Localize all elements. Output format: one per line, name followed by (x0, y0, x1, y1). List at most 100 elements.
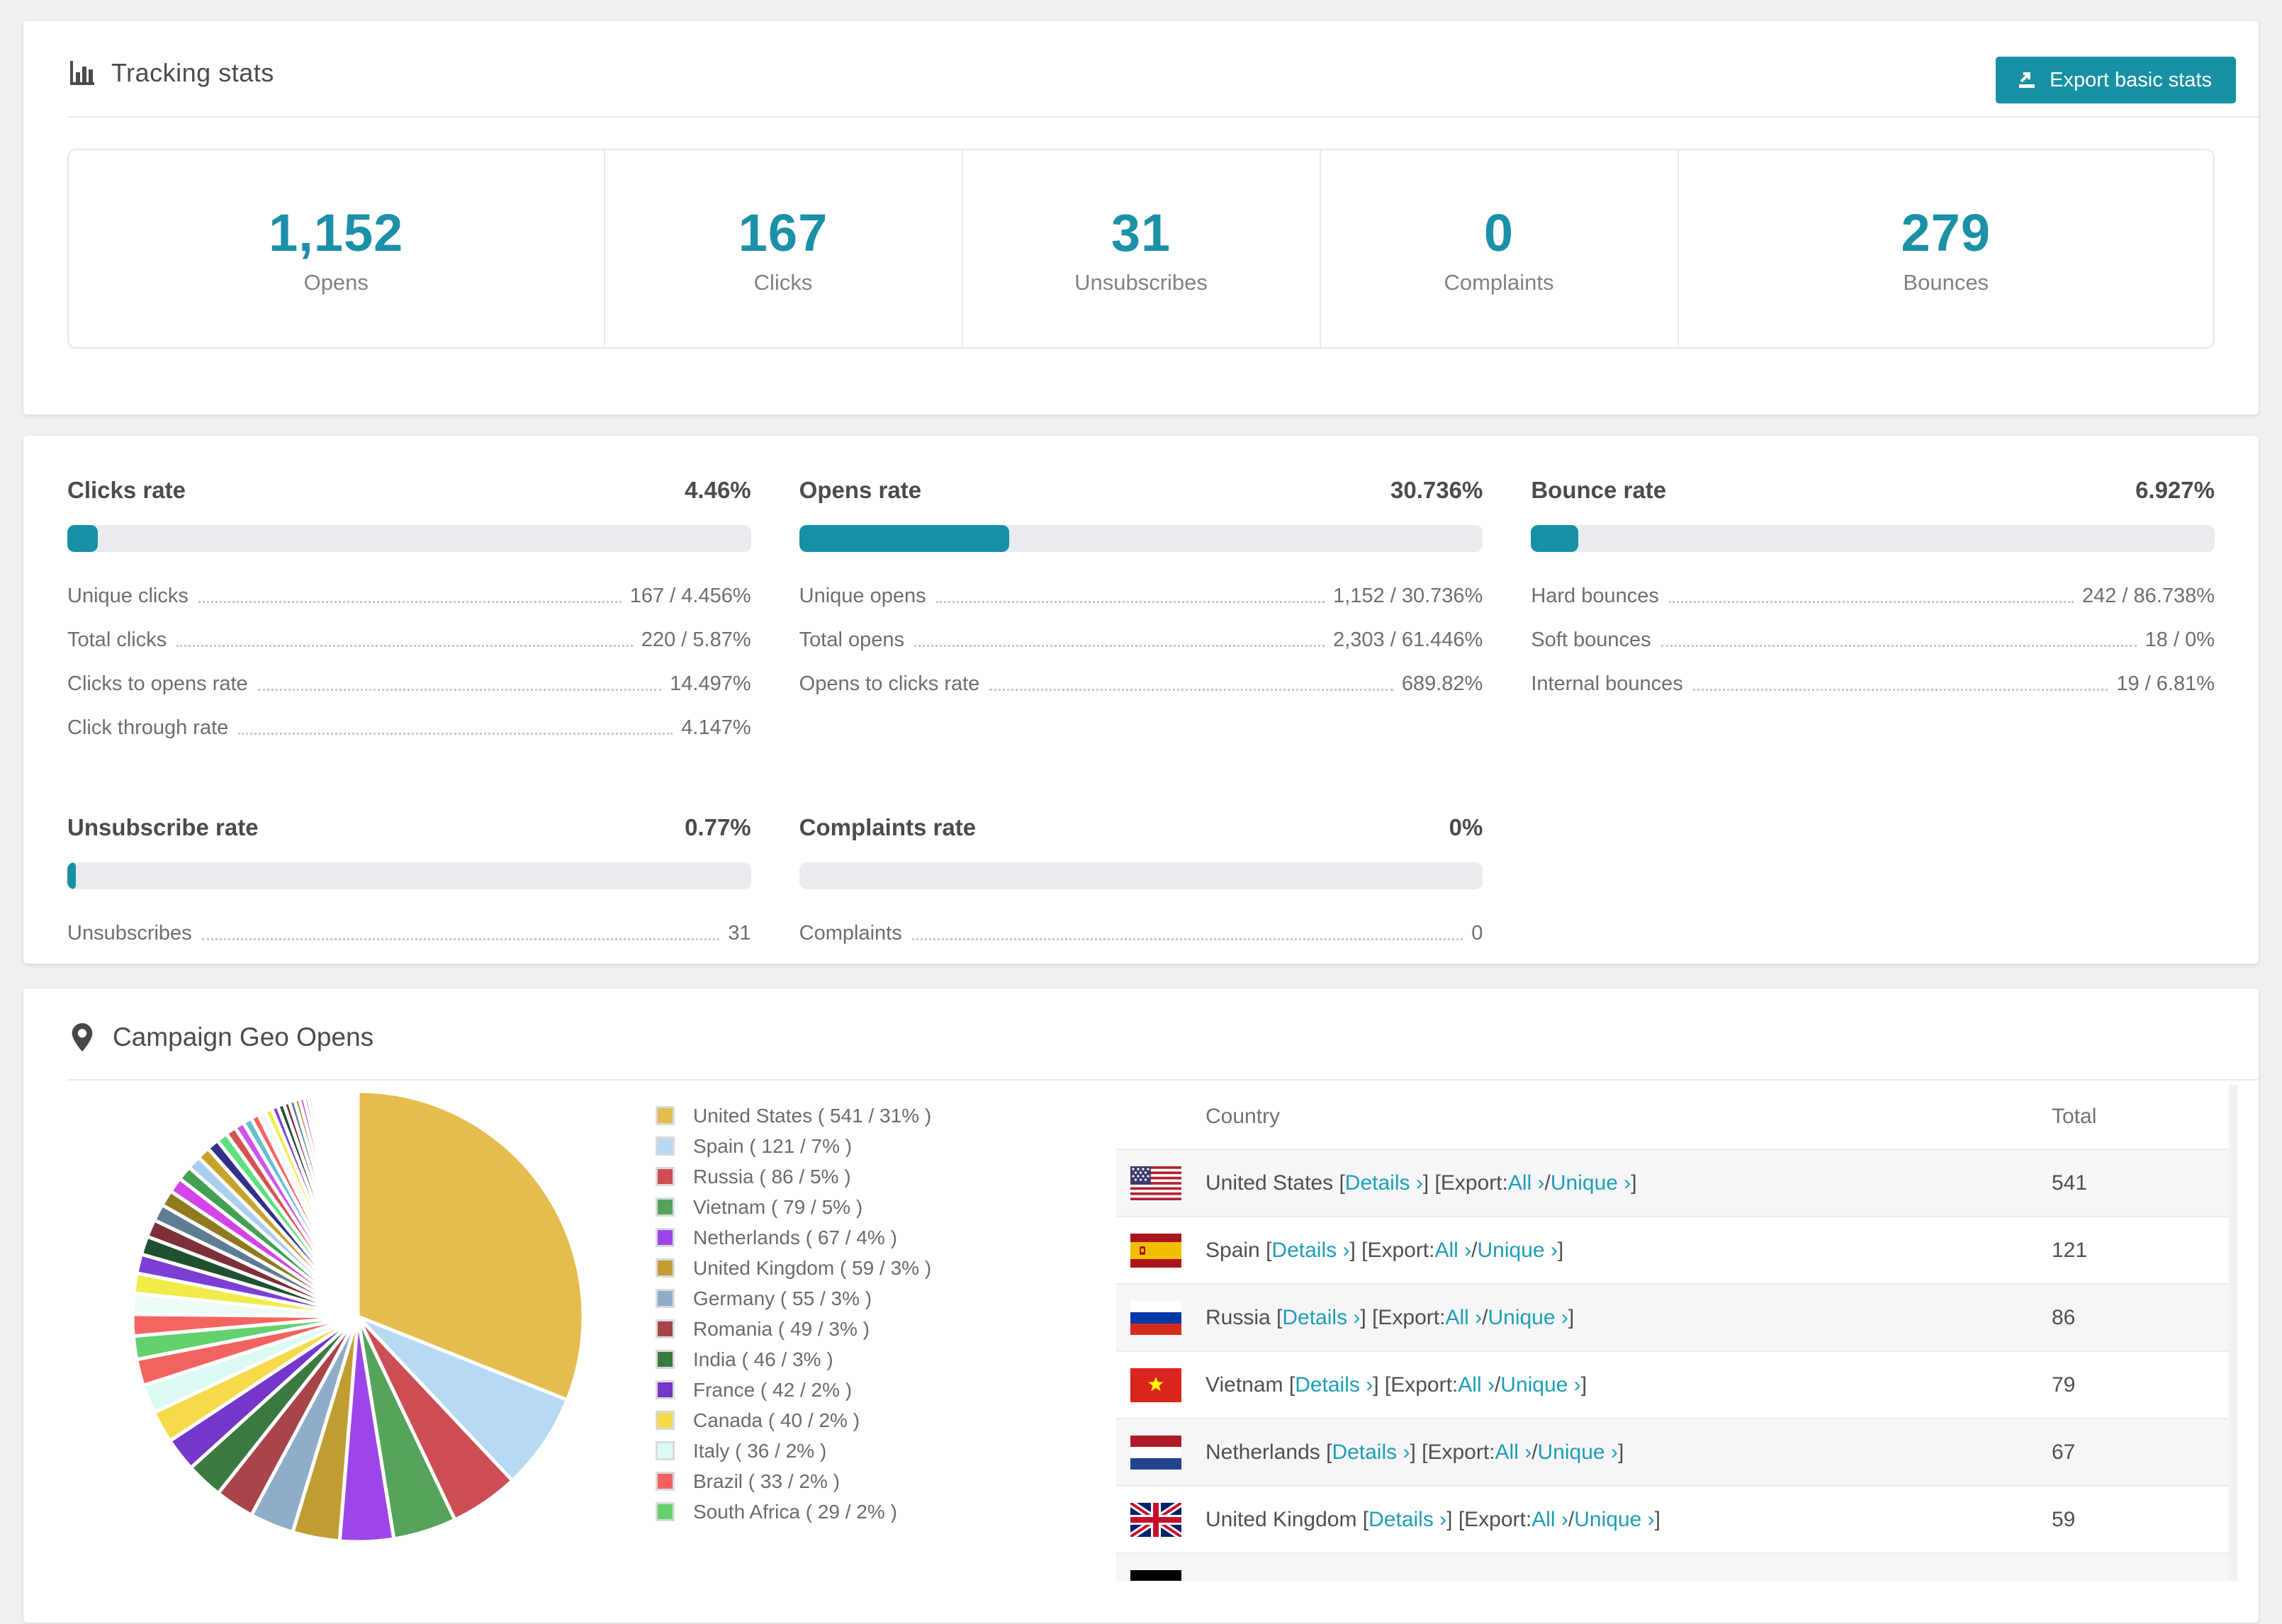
bracket: ] (1654, 1507, 1660, 1531)
rate-panel-clicks-rate: Clicks rate 4.46% Unique clicks 167 / 4.456… (67, 477, 751, 760)
country-cell: Netherlands [Details ›] [Export: All › /… (1130, 1435, 2052, 1470)
stat-value: 0 (1483, 203, 1514, 262)
table-row-partial (1116, 1552, 2229, 1581)
rate-detail-row: Soft bounces 18 / 0% (1531, 628, 2215, 652)
rate-detail-value: 242 / 86.738% (2081, 585, 2215, 607)
rate-detail-label: Internal bounces (1531, 672, 1683, 695)
rate-detail-label: Clicks to opens rate (67, 672, 248, 695)
country-cell: United States [Details ›] [Export: All ›… (1130, 1166, 2052, 1200)
dotted-leader (1692, 689, 2108, 691)
flag-icon-es (1130, 1233, 1181, 1268)
export-all-link[interactable]: All › (1495, 1440, 1532, 1465)
stat-box-clicks: 167 Clicks (603, 150, 962, 347)
legend-label: Russia ( 86 / 5% ) (693, 1165, 851, 1188)
legend-label: Germany ( 55 / 3% ) (693, 1287, 872, 1309)
rate-detail-value: 19 / 6.81% (2116, 672, 2215, 695)
rate-value: 30.736% (1390, 477, 1483, 503)
details-link[interactable]: Details › (1368, 1508, 1446, 1532)
export-all-link[interactable]: All › (1531, 1508, 1568, 1532)
rate-detail-value: 31 (728, 922, 751, 944)
dotted-leader (911, 938, 1463, 940)
rate-value: 6.927% (2135, 477, 2215, 503)
geo-table-scroll-area[interactable]: Country Total United States [Details ›] … (1116, 1085, 2237, 1581)
rate-detail-row: Click through rate 4.147% (67, 716, 751, 740)
slash: / (1494, 1372, 1501, 1397)
rate-detail-label: Soft bounces (1531, 628, 1651, 651)
details-link[interactable]: Details › (1345, 1171, 1423, 1195)
stat-label: Clicks (753, 269, 813, 295)
bracket: [ (1356, 1507, 1369, 1531)
legend-item-russia: Russia ( 86 / 5% ) (656, 1161, 1116, 1192)
export-all-link[interactable]: All › (1458, 1373, 1495, 1397)
country-name: Russia (1205, 1305, 1271, 1329)
dotted-leader (176, 645, 633, 647)
legend-color-swatch (656, 1167, 675, 1186)
export-unique-link[interactable]: Unique › (1538, 1440, 1618, 1465)
rate-detail-label: Complaints (799, 922, 902, 944)
total-value: 86 (2052, 1305, 2076, 1329)
rate-value: 0.77% (685, 814, 751, 840)
rate-title: Bounce rate (1531, 477, 1667, 503)
rate-detail-value: 0 (1471, 922, 1483, 944)
legend-item-romania: Romania ( 49 / 3% ) (656, 1314, 1116, 1344)
legend-label: Spain ( 121 / 7% ) (693, 1134, 853, 1157)
legend-color-swatch (656, 1380, 675, 1399)
export-unique-link[interactable]: Unique › (1478, 1239, 1558, 1263)
export-unique-link[interactable]: Unique › (1500, 1373, 1580, 1397)
bracket: ] [Export: (1446, 1507, 1532, 1531)
rate-detail-row: Unsubscribes 31 (67, 922, 751, 945)
rate-title: Complaints rate (799, 814, 977, 840)
rate-detail-label: Unsubscribes (67, 922, 192, 944)
bracket: ] [Export: (1410, 1440, 1495, 1464)
rate-detail-row: Clicks to opens rate 14.497% (67, 672, 751, 696)
export-all-link[interactable]: All › (1445, 1306, 1482, 1330)
geo-table-header-row: Country Total (1116, 1085, 2229, 1149)
dotted-leader (935, 601, 1325, 603)
bracket: [ (1270, 1305, 1283, 1329)
bracket: ] (1617, 1440, 1624, 1464)
rate-detail-label: Total opens (799, 628, 904, 651)
legend-item-italy: Italy ( 36 / 2% ) (656, 1436, 1116, 1466)
details-link[interactable]: Details › (1271, 1239, 1349, 1263)
pie-slice-other[interactable] (355, 1089, 360, 1319)
rate-detail-row: Unique clicks 167 / 4.456% (67, 585, 751, 608)
rate-detail-row: Complaints 0 (799, 922, 1483, 945)
table-row-russia: Russia [Details ›] [Export: All › / Uniq… (1116, 1283, 2229, 1350)
rate-detail-row: Total clicks 220 / 5.87% (67, 628, 751, 652)
slash: / (1482, 1305, 1488, 1329)
rate-panel-header: Bounce rate 6.927% (1531, 477, 2215, 504)
export-unique-link[interactable]: Unique › (1551, 1171, 1631, 1195)
rate-progress-track (799, 862, 1483, 889)
flag-icon-ru (1130, 1300, 1181, 1335)
rate-detail-row: Hard bounces 242 / 86.738% (1531, 585, 2215, 608)
rate-detail-label: Click through rate (67, 716, 229, 739)
rate-detail-label: Unique clicks (67, 585, 189, 607)
bracket: [ (1333, 1171, 1345, 1195)
export-unique-link[interactable]: Unique › (1574, 1508, 1654, 1532)
rate-panel-complaints-rate: Complaints rate 0% Complaints 0 (799, 814, 1483, 966)
legend-item-india: India ( 46 / 3% ) (656, 1344, 1116, 1375)
legend-item-united-kingdom: United Kingdom ( 59 / 3% ) (656, 1253, 1116, 1283)
details-link[interactable]: Details › (1295, 1373, 1373, 1397)
export-unique-link[interactable]: Unique › (1488, 1306, 1568, 1330)
bracket: ] (1557, 1238, 1564, 1262)
legend-item-germany: Germany ( 55 / 3% ) (656, 1283, 1116, 1314)
rate-detail-row: Internal bounces 19 / 6.81% (1531, 672, 2215, 696)
legend-label: United Kingdom ( 59 / 3% ) (693, 1256, 932, 1279)
stat-box-complaints: 0 Complaints (1319, 150, 1677, 347)
rate-progress-fill (67, 525, 99, 552)
country-name: Netherlands (1205, 1440, 1320, 1464)
details-link[interactable]: Details › (1332, 1440, 1410, 1465)
export-all-link[interactable]: All › (1434, 1239, 1471, 1263)
rate-title: Unsubscribe rate (67, 814, 259, 840)
legend-label: South Africa ( 29 / 2% ) (693, 1500, 897, 1523)
details-link[interactable]: Details › (1282, 1306, 1360, 1330)
export-basic-stats-button[interactable]: Export basic stats (1996, 57, 2236, 103)
rate-detail-value: 167 / 4.456% (629, 585, 751, 607)
legend-color-swatch (656, 1319, 675, 1338)
flag-icon-gb (1130, 1502, 1181, 1537)
stat-value: 279 (1901, 203, 1991, 262)
export-all-link[interactable]: All › (1508, 1171, 1545, 1195)
legend-label: Romania ( 49 / 3% ) (693, 1317, 870, 1340)
slash: / (1544, 1171, 1551, 1195)
